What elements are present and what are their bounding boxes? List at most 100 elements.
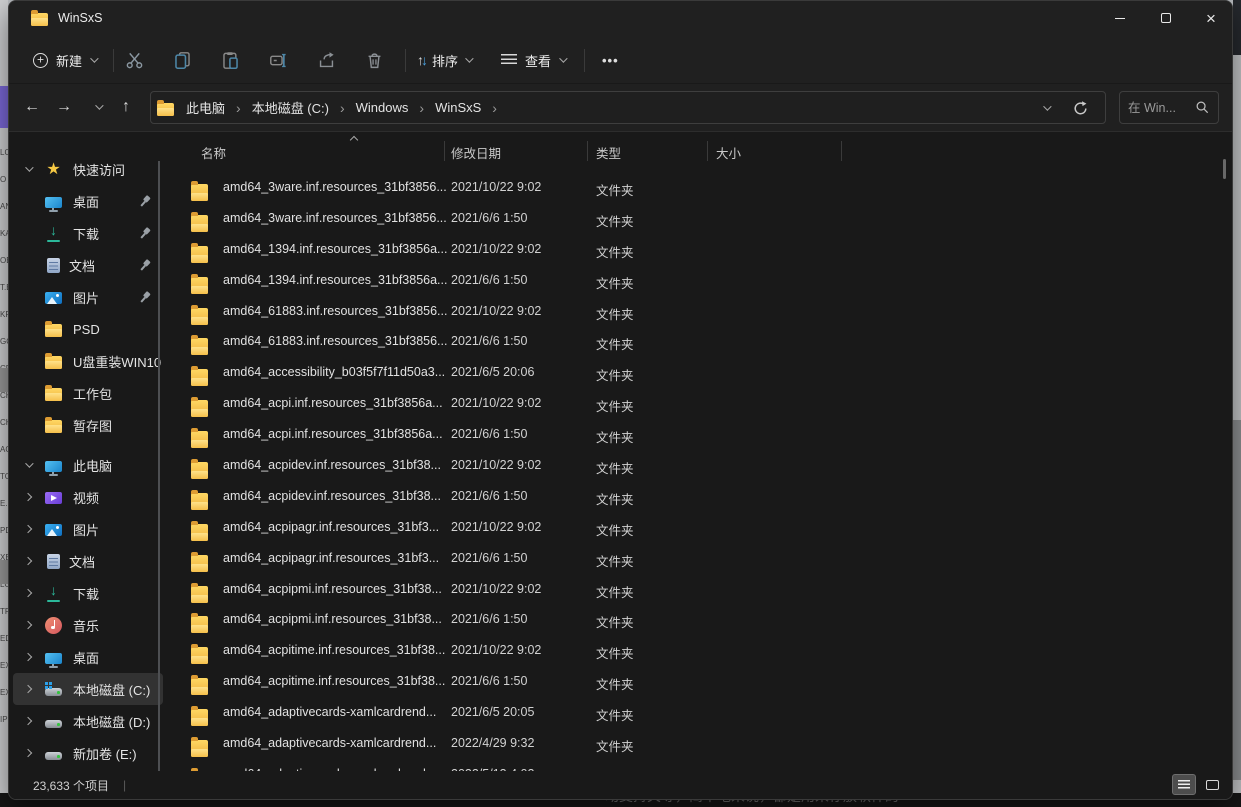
column-divider[interactable] — [707, 141, 708, 161]
recent-locations-button[interactable] — [83, 92, 113, 122]
share-button[interactable] — [314, 48, 338, 72]
sidebar-item[interactable]: 图片 — [13, 281, 163, 313]
file-list-scrollbar[interactable] — [1223, 159, 1226, 179]
file-row[interactable]: amd64_61883.inf.resources_31bf3856... 20… — [169, 327, 1232, 358]
chevron-right-icon[interactable] — [24, 621, 32, 629]
file-date-modified: 2021/10/22 9:02 — [451, 582, 541, 596]
file-row[interactable]: amd64_adaptivecards-xamlcardrend... 2022… — [169, 729, 1232, 760]
up-button[interactable]: ↑ — [111, 92, 141, 122]
sidebar-item[interactable]: 视频 — [13, 481, 163, 513]
sidebar-item[interactable]: 暂存图 — [13, 409, 163, 441]
folder-icon — [191, 462, 208, 479]
file-row[interactable]: amd64_acpipagr.inf.resources_31bf3... 20… — [169, 513, 1232, 544]
breadcrumb-item[interactable]: 本地磁盘 (C:) — [248, 98, 333, 117]
column-divider[interactable] — [587, 141, 588, 161]
chevron-right-icon[interactable] — [24, 653, 32, 661]
sidebar-item[interactable]: 文档 — [13, 249, 163, 281]
sidebar-scrollbar[interactable] — [158, 161, 160, 771]
breadcrumb-item[interactable]: 此电脑 — [182, 98, 229, 117]
sidebar-group-this-pc[interactable]: 此电脑 — [13, 449, 163, 481]
file-date-modified: 2021/6/6 1:50 — [451, 427, 527, 441]
folder-icon — [191, 308, 208, 325]
sidebar-item[interactable]: 文档 — [13, 545, 163, 577]
breadcrumb-separator: › — [333, 100, 352, 116]
chevron-right-icon[interactable] — [24, 589, 32, 597]
column-header-size[interactable]: 大小 — [716, 143, 741, 162]
new-button[interactable]: 新建 — [25, 44, 104, 76]
chevron-down-icon[interactable] — [25, 459, 33, 467]
file-name: amd64_61883.inf.resources_31bf3856... — [223, 334, 447, 348]
sidebar-item[interactable]: 桌面 — [13, 641, 163, 673]
details-view-button[interactable] — [1172, 774, 1196, 795]
file-row[interactable]: amd64_3ware.inf.resources_31bf3856... 20… — [169, 173, 1232, 204]
sort-arrows-icon: ↑↓ — [417, 52, 425, 68]
cut-button[interactable] — [122, 48, 146, 72]
chevron-right-icon[interactable] — [24, 749, 32, 757]
file-row[interactable]: amd64_acpipmi.inf.resources_31bf38... 20… — [169, 605, 1232, 636]
file-row[interactable]: amd64_adaptivecards-xamlcardrend... 2021… — [169, 698, 1232, 729]
file-row[interactable]: amd64_acpipagr.inf.resources_31bf3... 20… — [169, 544, 1232, 575]
forward-button[interactable]: → — [49, 92, 79, 122]
file-name: amd64_acpipmi.inf.resources_31bf38... — [223, 582, 442, 596]
file-row[interactable]: amd64_acpitime.inf.resources_31bf38... 2… — [169, 667, 1232, 698]
breadcrumb-item[interactable]: WinSxS — [431, 100, 485, 115]
file-row[interactable]: amd64_acpitime.inf.resources_31bf38... 2… — [169, 636, 1232, 667]
file-row[interactable]: amd64_1394.inf.resources_31bf3856a... 20… — [169, 266, 1232, 297]
column-header-date[interactable]: 修改日期 — [451, 143, 501, 162]
sidebar-item[interactable]: U盘重装WIN10 — [13, 345, 163, 377]
folder-icon — [191, 616, 208, 633]
chevron-down-icon[interactable] — [25, 163, 33, 171]
sidebar-item[interactable]: 图片 — [13, 513, 163, 545]
close-button[interactable]: × — [1188, 1, 1233, 35]
chevron-right-icon[interactable] — [24, 685, 32, 693]
search-input[interactable] — [1128, 101, 1195, 115]
rename-button[interactable] — [266, 48, 290, 72]
minimize-button[interactable] — [1097, 1, 1143, 35]
maximize-button[interactable] — [1143, 1, 1189, 35]
file-date-modified: 2021/6/6 1:50 — [451, 612, 527, 626]
delete-button[interactable] — [362, 48, 386, 72]
breadcrumb-item[interactable]: Windows — [352, 100, 413, 115]
address-bar[interactable]: 此电脑›本地磁盘 (C:)›Windows›WinSxS › — [150, 91, 1106, 124]
sidebar-item[interactable]: 本地磁盘 (C:) — [13, 673, 163, 705]
paste-button[interactable] — [218, 48, 242, 72]
file-row[interactable]: amd64_acpi.inf.resources_31bf3856a... 20… — [169, 389, 1232, 420]
search-box[interactable] — [1119, 91, 1219, 124]
sidebar-item[interactable]: 工作包 — [13, 377, 163, 409]
file-row[interactable]: amd64_acpidev.inf.resources_31bf38... 20… — [169, 482, 1232, 513]
file-row[interactable]: amd64_3ware.inf.resources_31bf3856... 20… — [169, 204, 1232, 235]
address-dropdown-icon[interactable] — [1043, 102, 1051, 110]
sidebar-item[interactable]: 音乐 — [13, 609, 163, 641]
file-row[interactable]: amd64_acpipmi.inf.resources_31bf38... 20… — [169, 575, 1232, 606]
file-row[interactable]: amd64_acpi.inf.resources_31bf3856a... 20… — [169, 420, 1232, 451]
chevron-right-icon[interactable] — [24, 525, 32, 533]
copy-button[interactable] — [170, 48, 194, 72]
file-row[interactable]: amd64_acpidev.inf.resources_31bf38... 20… — [169, 451, 1232, 482]
chevron-right-icon[interactable] — [24, 717, 32, 725]
refresh-button[interactable] — [1072, 100, 1089, 117]
sidebar-item[interactable]: PSD — [13, 313, 163, 345]
column-header-type[interactable]: 类型 — [596, 143, 621, 162]
chevron-right-icon[interactable] — [24, 557, 32, 565]
sidebar-group-quick-access[interactable]: ★ 快速访问 — [13, 153, 163, 185]
more-options-button[interactable]: ••• — [594, 44, 627, 76]
chevron-right-icon[interactable] — [24, 493, 32, 501]
window-title: WinSxS — [58, 11, 102, 25]
large-icons-view-button[interactable] — [1200, 774, 1224, 795]
sidebar-item[interactable]: 桌面 — [13, 185, 163, 217]
background-window-left-edge: TOLOOANKAOET.EKFGOCFCHCHACTOE.EPDXBLOTFE… — [0, 0, 8, 807]
column-divider[interactable] — [444, 141, 445, 161]
sort-button[interactable]: ↑↓ 排序 — [417, 44, 471, 76]
view-button[interactable]: 查看 — [501, 44, 565, 76]
sidebar-item[interactable]: 下载 — [13, 577, 163, 609]
file-row[interactable]: amd64_accessibility_b03f5f7f11d50a3... 2… — [169, 358, 1232, 389]
sidebar-item[interactable]: 下载 — [13, 217, 163, 249]
sidebar-item[interactable]: 本地磁盘 (D:) — [13, 705, 163, 737]
column-divider[interactable] — [841, 141, 842, 161]
column-header-name[interactable]: 名称 — [201, 143, 226, 162]
sidebar-item[interactable]: 新加卷 (E:) — [13, 737, 163, 769]
back-button[interactable]: ← — [17, 92, 47, 122]
file-row[interactable]: amd64_1394.inf.resources_31bf3856a... 20… — [169, 235, 1232, 266]
file-row[interactable]: amd64_61883.inf.resources_31bf3856... 20… — [169, 297, 1232, 328]
file-date-modified: 2021/10/22 9:02 — [451, 520, 541, 534]
